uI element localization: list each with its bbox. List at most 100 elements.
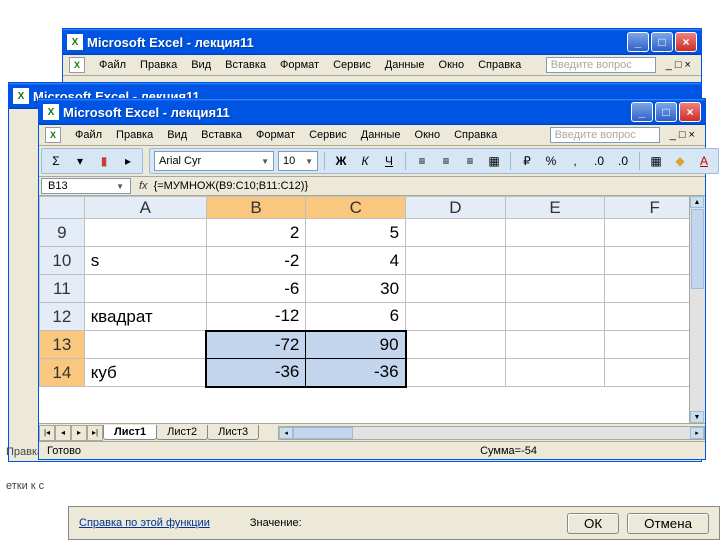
cell[interactable] <box>406 303 506 331</box>
italic-button[interactable]: К <box>355 151 375 171</box>
cell[interactable]: 30 <box>306 275 406 303</box>
menu-tools[interactable]: Сервис <box>303 127 353 143</box>
select-all-corner[interactable] <box>40 197 85 219</box>
cell[interactable] <box>406 331 506 359</box>
cell[interactable]: 6 <box>306 303 406 331</box>
help-link[interactable]: Справка по этой функции <box>79 517 210 529</box>
merge-center-button[interactable]: ▦ <box>484 151 504 171</box>
minimize-button[interactable]: _ <box>631 102 653 122</box>
menu-format[interactable]: Формат <box>250 127 301 143</box>
col-header-c[interactable]: C <box>306 197 406 219</box>
cell-selected[interactable]: -36 <box>206 359 306 387</box>
borders-button[interactable]: ▦ <box>646 151 666 171</box>
formula-text[interactable]: {=МУМНОЖ(B9:C10;B11:C12)} <box>154 180 309 192</box>
cell[interactable]: -6 <box>206 275 306 303</box>
scroll-thumb[interactable] <box>691 209 704 289</box>
cell[interactable] <box>505 275 605 303</box>
menu-data[interactable]: Данные <box>355 127 407 143</box>
cell[interactable] <box>84 219 206 247</box>
menu-view[interactable]: Вид <box>185 57 217 73</box>
font-size-selector[interactable]: 10▼ <box>278 151 318 171</box>
ok-button[interactable]: ОК <box>567 513 619 534</box>
col-header-d[interactable]: D <box>406 197 506 219</box>
row-header[interactable]: 11 <box>40 275 85 303</box>
menu-window[interactable]: Окно <box>409 127 447 143</box>
row-header[interactable]: 13 <box>40 331 85 359</box>
spreadsheet-grid[interactable]: A B C D E F 9 2 5 10 s -2 4 <box>39 196 705 423</box>
underline-button[interactable]: Ч <box>379 151 399 171</box>
cell[interactable]: куб <box>84 359 206 387</box>
menu-edit[interactable]: Правка <box>110 127 159 143</box>
col-header-b[interactable]: B <box>206 197 306 219</box>
percent-button[interactable]: % <box>541 151 561 171</box>
cell-selected[interactable]: 90 <box>306 331 406 359</box>
align-left-button[interactable]: ≡ <box>412 151 432 171</box>
align-right-button[interactable]: ≡ <box>460 151 480 171</box>
cell[interactable] <box>505 247 605 275</box>
fx-icon[interactable]: fx <box>133 180 154 192</box>
tab-first-button[interactable]: |◂ <box>39 425 55 441</box>
menu-file[interactable]: Файл <box>69 127 108 143</box>
menu-insert[interactable]: Вставка <box>219 57 272 73</box>
cell[interactable]: 4 <box>306 247 406 275</box>
cell[interactable]: 2 <box>206 219 306 247</box>
cell[interactable] <box>406 275 506 303</box>
comma-style-button[interactable]: , <box>565 151 585 171</box>
menu-file[interactable]: Файл <box>93 57 132 73</box>
font-color-button[interactable]: А <box>694 151 714 171</box>
cell[interactable]: s <box>84 247 206 275</box>
menu-help[interactable]: Справка <box>472 57 527 73</box>
cell[interactable] <box>84 331 206 359</box>
titlebar[interactable]: X Microsoft Excel - лекция11 _ □ × <box>39 99 705 125</box>
cell[interactable]: квадрат <box>84 303 206 331</box>
cell[interactable] <box>505 331 605 359</box>
minimize-button[interactable]: _ <box>627 32 649 52</box>
sheet-tab-2[interactable]: Лист2 <box>156 425 208 440</box>
cell[interactable]: 5 <box>306 219 406 247</box>
cell[interactable] <box>406 247 506 275</box>
maximize-button[interactable]: □ <box>655 102 677 122</box>
increase-decimal-button[interactable]: .0 <box>589 151 609 171</box>
cell[interactable] <box>505 219 605 247</box>
sheet-tab-1[interactable]: Лист1 <box>103 425 157 440</box>
row-header[interactable]: 12 <box>40 303 85 331</box>
scroll-left-button[interactable]: ◂ <box>279 427 293 439</box>
cell[interactable] <box>505 303 605 331</box>
toolbar-options-button[interactable]: ▸ <box>118 151 138 171</box>
cell[interactable] <box>84 275 206 303</box>
cell[interactable]: -12 <box>206 303 306 331</box>
help-question-box[interactable]: Введите вопрос <box>546 57 656 73</box>
workbook-window-controls[interactable]: _ □ × <box>666 127 699 143</box>
menu-view[interactable]: Вид <box>161 127 193 143</box>
col-header-e[interactable]: E <box>505 197 605 219</box>
menu-insert[interactable]: Вставка <box>195 127 248 143</box>
cell[interactable] <box>406 219 506 247</box>
sort-button[interactable]: ▾ <box>70 151 90 171</box>
scroll-down-button[interactable]: ▼ <box>690 411 704 423</box>
decrease-decimal-button[interactable]: .0 <box>613 151 633 171</box>
menu-data[interactable]: Данные <box>379 57 431 73</box>
menu-edit[interactable]: Правка <box>134 57 183 73</box>
bold-button[interactable]: Ж <box>331 151 351 171</box>
row-header[interactable]: 10 <box>40 247 85 275</box>
close-button[interactable]: × <box>675 32 697 52</box>
scroll-thumb[interactable] <box>293 427 353 439</box>
font-name-selector[interactable]: Arial Cyr▼ <box>154 151 274 171</box>
cell[interactable] <box>505 359 605 387</box>
workbook-window-controls[interactable]: _ □ × <box>662 57 695 73</box>
cell[interactable] <box>406 359 506 387</box>
scroll-up-button[interactable]: ▲ <box>690 196 704 208</box>
autosum-button[interactable]: Σ <box>46 151 66 171</box>
close-button[interactable]: × <box>679 102 701 122</box>
sheet-tab-3[interactable]: Лист3 <box>207 425 259 440</box>
name-box[interactable]: B13▼ <box>41 178 131 194</box>
maximize-button[interactable]: □ <box>651 32 673 52</box>
col-header-a[interactable]: A <box>84 197 206 219</box>
scroll-right-button[interactable]: ▸ <box>690 427 704 439</box>
cell[interactable]: -2 <box>206 247 306 275</box>
currency-button[interactable]: ₽ <box>517 151 537 171</box>
vertical-scrollbar[interactable]: ▲ ▼ <box>689 196 705 423</box>
tab-prev-button[interactable]: ◂ <box>55 425 71 441</box>
menu-window[interactable]: Окно <box>433 57 471 73</box>
chart-wizard-button[interactable]: ▮ <box>94 151 114 171</box>
